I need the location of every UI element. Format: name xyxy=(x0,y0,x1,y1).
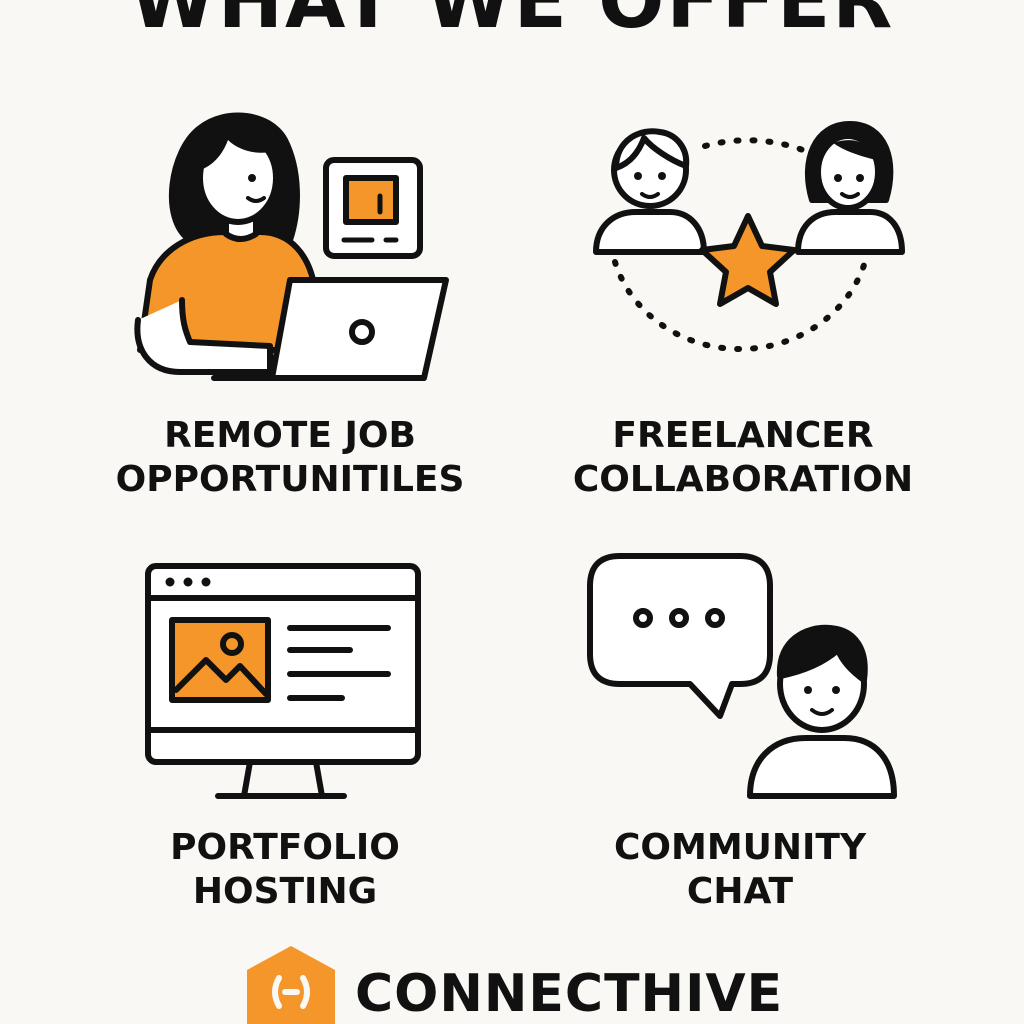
monitor-portfolio-icon xyxy=(145,563,421,799)
remote-worker-laptop-icon xyxy=(134,112,449,381)
page-title: WHAT WE OFFER xyxy=(129,0,895,46)
offer-label-line: COMMUNITY xyxy=(613,827,867,868)
offer-remote-jobs-label: REMOTE JOB OPPORTUNITILES xyxy=(60,414,520,502)
people-collaboration-star-icon xyxy=(593,121,905,353)
offer-label-line: CHAT xyxy=(686,871,794,912)
chat-bubble-person-icon xyxy=(587,553,897,799)
brand-name: CONNECTHIVE xyxy=(355,964,784,1024)
hexagon-logo-icon xyxy=(247,946,335,1024)
brand-lockup: CONNECTHIVE xyxy=(243,944,803,1024)
offer-label-line: FREELANCER xyxy=(612,415,874,456)
offer-label-line: PORTFOLIO xyxy=(170,827,400,868)
offer-portfolio-label: PORTFOLIO HOSTING xyxy=(55,826,515,914)
offer-collaboration-label: FREELANCER COLLABORATION xyxy=(513,414,973,502)
offer-label-line: HOSTING xyxy=(192,871,378,912)
offer-label-line: REMOTE JOB xyxy=(164,415,416,456)
offer-community-chat-label: COMMUNITY CHAT xyxy=(510,826,970,914)
offer-label-line: OPPORTUNITILES xyxy=(115,459,465,500)
offer-label-line: COLLABORATION xyxy=(572,459,914,500)
